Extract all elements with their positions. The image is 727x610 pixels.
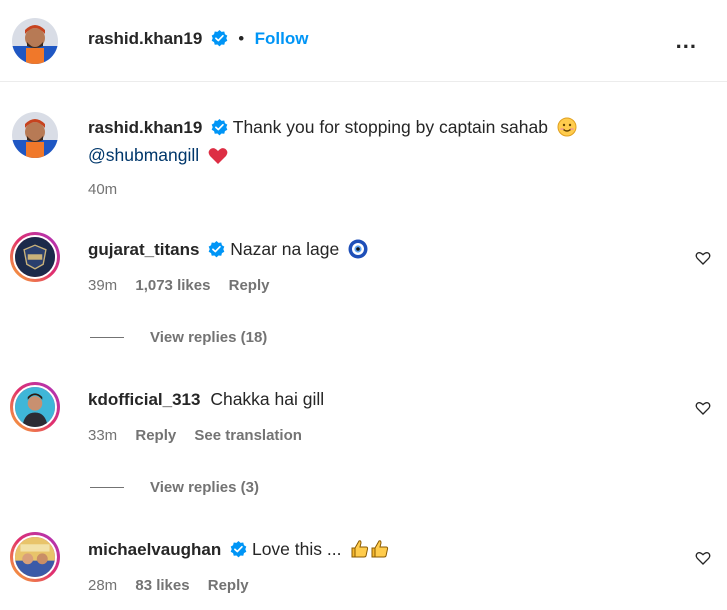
follow-button[interactable]: Follow [255, 29, 309, 48]
view-replies-button[interactable]: View replies (18) [90, 329, 267, 346]
header-username[interactable]: rashid.khan19 [88, 29, 202, 48]
comment-username[interactable]: kdofficial_313 [88, 390, 200, 409]
like-heart-icon[interactable] [695, 400, 711, 421]
see-translation-button[interactable]: See translation [194, 427, 302, 444]
verified-badge-icon [211, 119, 228, 141]
nazar-amulet-emoji-icon [348, 239, 368, 264]
comment-likes[interactable]: 83 likes [135, 577, 189, 594]
reply-button[interactable]: Reply [208, 577, 249, 594]
red-heart-emoji-icon [208, 147, 228, 170]
smiling-face-emoji-icon [557, 117, 577, 142]
thumbs-up-emoji-icon [370, 539, 390, 564]
comment-line: kdofficial_313 Chakka hai gill [88, 389, 324, 410]
comment-avatar[interactable] [10, 232, 60, 282]
mention-link[interactable]: @shubmangill [88, 145, 199, 165]
comment-avatar[interactable] [10, 532, 60, 582]
verified-badge-icon [211, 30, 228, 52]
view-replies-label[interactable]: View replies (3) [150, 479, 259, 496]
comment-username[interactable]: gujarat_titans [88, 240, 199, 259]
comment-meta: 33m Reply See translation [88, 427, 316, 444]
comment-avatar[interactable] [10, 382, 60, 432]
caption-username[interactable]: rashid.khan19 [88, 118, 202, 137]
caption-line: rashid.khan19 Thank you for stopping by … [88, 117, 577, 142]
comment-time: 28m [88, 577, 118, 594]
comment-meta: 28m 83 likes Reply [88, 577, 263, 594]
comment-line: gujarat_titans Nazar na lage [88, 239, 368, 264]
replies-divider [90, 337, 124, 338]
comment-text: Love this ... [251, 539, 342, 559]
reply-button[interactable]: Reply [229, 277, 270, 294]
thumbs-up-emoji-icon [350, 539, 370, 564]
verified-badge-icon [230, 541, 247, 563]
caption-line-2: @shubmangill [88, 145, 228, 170]
comment-time: 33m [88, 427, 118, 444]
comment-text: Nazar na lage [230, 239, 340, 259]
like-heart-icon[interactable] [695, 250, 711, 271]
caption-meta: 40m [88, 181, 131, 198]
verified-badge-icon [208, 241, 225, 263]
more-options-icon[interactable]: ... [676, 28, 697, 54]
caption-avatar[interactable] [12, 112, 58, 158]
comment-text: Chakka hai gill [210, 389, 325, 409]
comment-meta: 39m 1,073 likes Reply [88, 277, 283, 294]
replies-divider [90, 487, 124, 488]
caption-time: 40m [88, 181, 118, 198]
comment-username[interactable]: michaelvaughan [88, 540, 221, 559]
caption-text: Thank you for stopping by captain sahab [232, 117, 548, 137]
comment-time: 39m [88, 277, 118, 294]
comment-line: michaelvaughan Love this ... [88, 539, 390, 564]
view-replies-label[interactable]: View replies (18) [150, 329, 267, 346]
header-user-line: rashid.khan19 • Follow [88, 29, 308, 52]
comment-likes[interactable]: 1,073 likes [135, 277, 210, 294]
like-heart-icon[interactable] [695, 550, 711, 571]
view-replies-button[interactable]: View replies (3) [90, 479, 259, 496]
reply-button[interactable]: Reply [135, 427, 176, 444]
post-header: rashid.khan19 • Follow ... [0, 0, 727, 82]
avatar[interactable] [12, 18, 58, 64]
separator-dot: • [238, 29, 245, 48]
